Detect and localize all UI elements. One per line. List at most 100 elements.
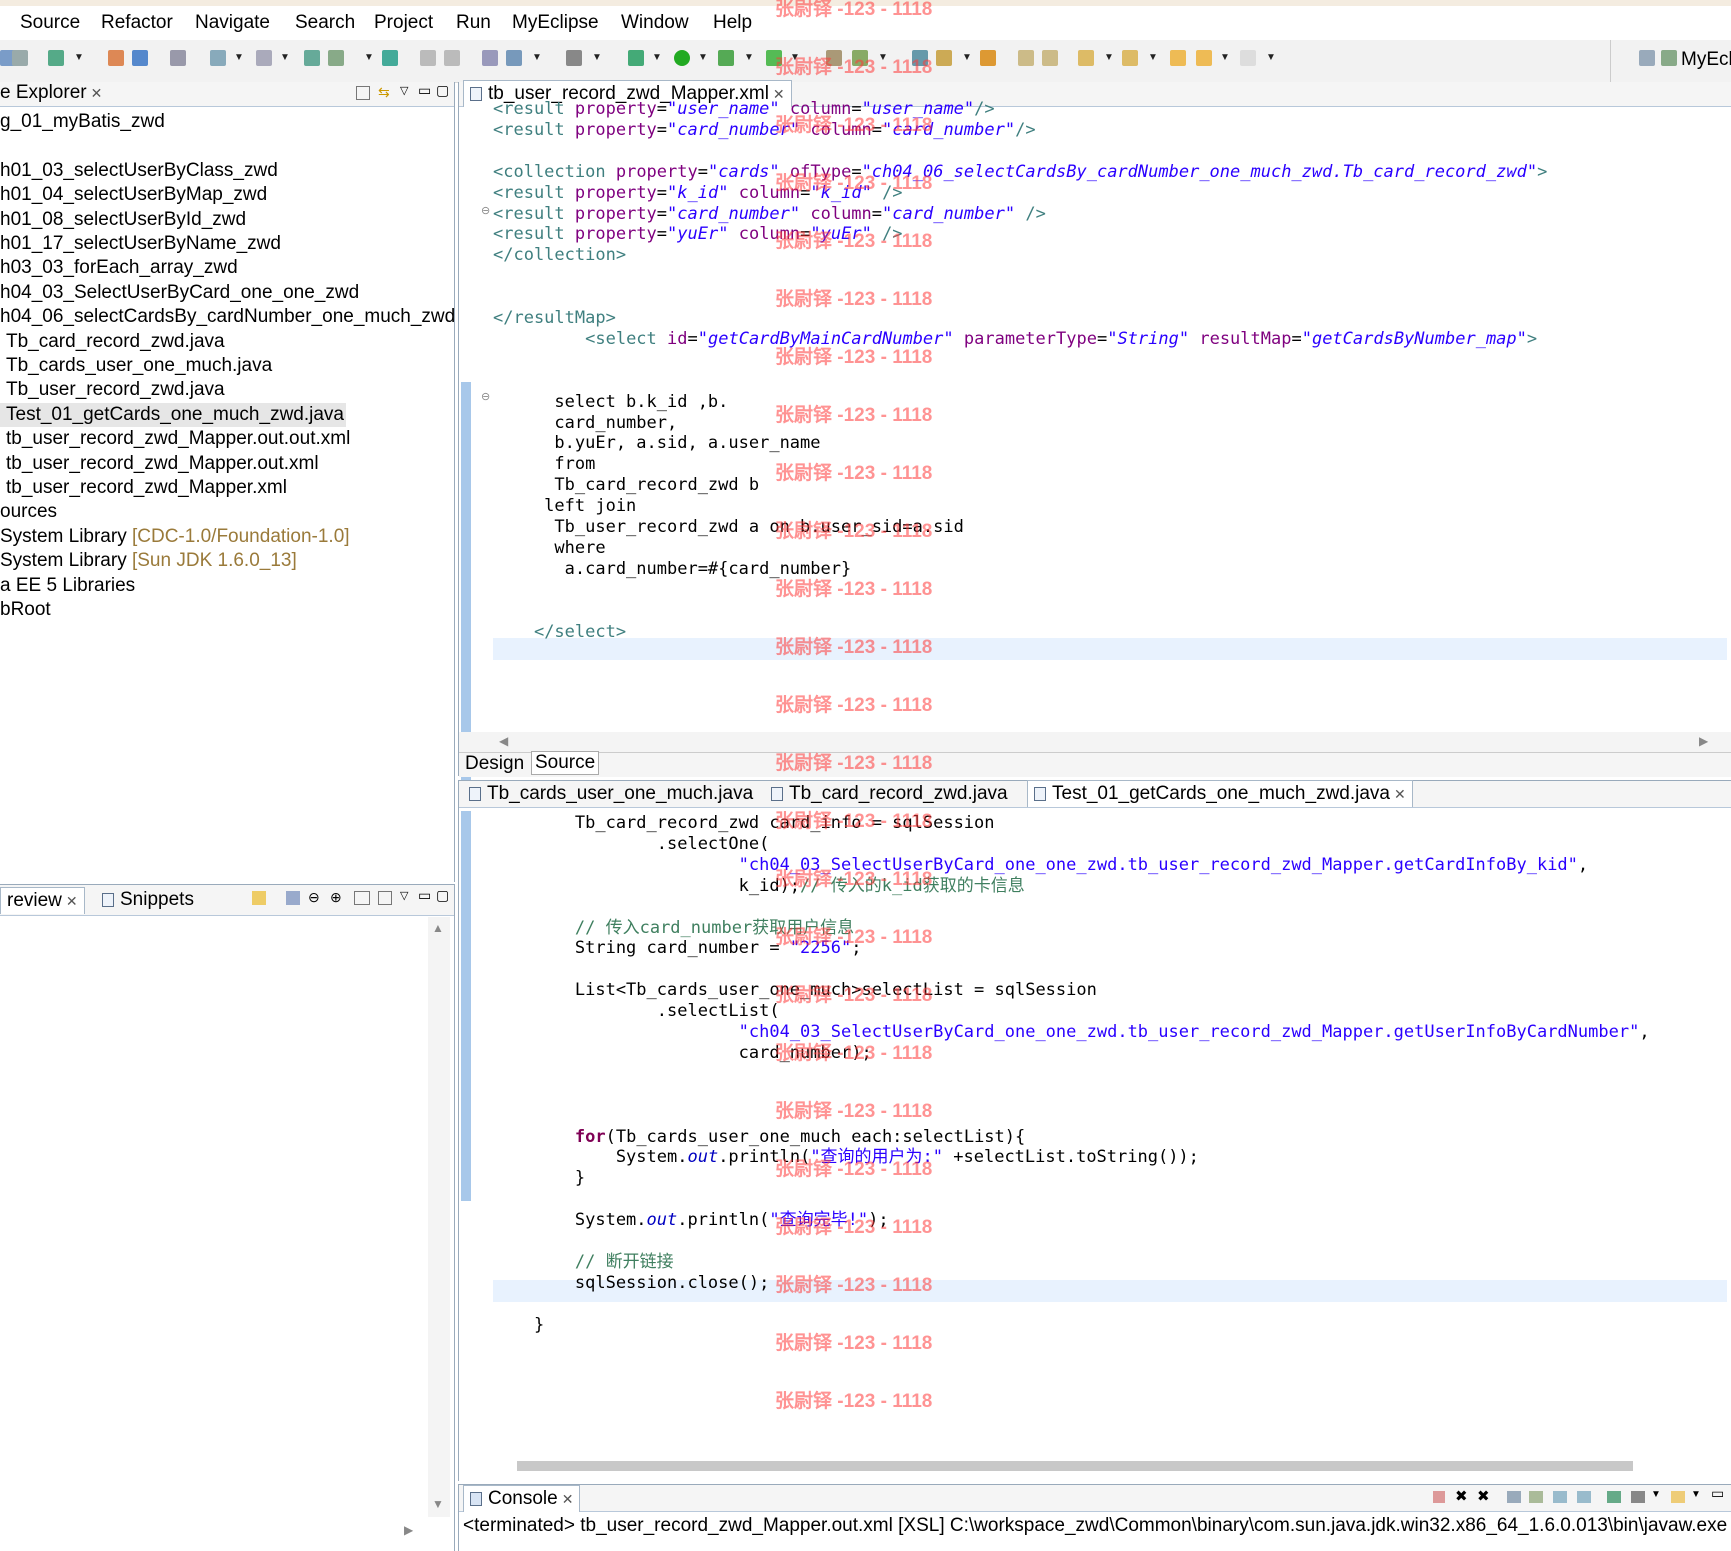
maximize-icon[interactable]: ▢	[436, 82, 449, 99]
tree-item[interactable]: Tb_user_record_zwd.java	[0, 378, 225, 402]
globe-icon[interactable]	[382, 50, 398, 66]
chevron-down-icon[interactable]: ▼	[532, 52, 542, 63]
menu-myeclipse[interactable]: MyEclipse	[512, 12, 599, 34]
tab-cards-user-java[interactable]: Tb_cards_user_one_much.java	[463, 781, 759, 807]
tree-item[interactable]: h03_03_forEach_array_zwd	[0, 256, 238, 280]
back-icon[interactable]	[1170, 50, 1186, 66]
tree-item[interactable]: System Library [CDC-1.0/Foundation-1.0]	[0, 525, 350, 549]
close-icon[interactable]: ✕	[1394, 786, 1406, 802]
chevron-down-icon[interactable]: ▼	[364, 52, 374, 63]
next-annotation-icon[interactable]	[1078, 50, 1094, 66]
fold-icon[interactable]: ⊖	[481, 390, 490, 403]
tree-item[interactable]: System Library [Sun JDK 1.6.0_13]	[0, 549, 297, 573]
menu-search[interactable]: Search	[295, 12, 355, 34]
chevron-down-icon[interactable]: ▼	[962, 52, 972, 63]
scroll-left-icon[interactable]: ◀	[499, 734, 508, 748]
vertical-scrollbar[interactable]: ▲ ▼	[428, 917, 450, 1517]
chevron-down-icon[interactable]: ▼	[592, 52, 602, 63]
forward-history-icon[interactable]	[444, 50, 460, 66]
fit-page-icon[interactable]	[378, 891, 392, 905]
tree-item[interactable]: h01_17_selectUserByName_zwd	[0, 232, 281, 256]
chevron-down-icon[interactable]: ▼	[1266, 52, 1276, 63]
terminal-icon[interactable]	[566, 50, 582, 66]
new-project-icon[interactable]	[48, 50, 64, 66]
scroll-right-icon[interactable]: ▶	[1699, 734, 1708, 748]
sync-icon[interactable]	[252, 891, 266, 905]
menu-navigate[interactable]: Navigate	[195, 12, 270, 34]
tree-item[interactable]: h01_03_selectUserByClass_zwd	[0, 159, 278, 183]
explorer-tab[interactable]: e Explorer ✕	[0, 82, 102, 104]
terminate-icon[interactable]	[1433, 1491, 1445, 1503]
tree-item[interactable]: g_01_myBatis_zwd	[0, 110, 165, 134]
wizard-icon[interactable]	[210, 50, 226, 66]
horizontal-scrollbar[interactable]: ◀ ▶	[459, 732, 1731, 752]
show-stderr-icon[interactable]	[1577, 1491, 1591, 1503]
tree-item[interactable]: h01_04_selectUserByMap_zwd	[0, 183, 267, 207]
tab-preview[interactable]: review ✕	[0, 887, 85, 914]
perspective-label[interactable]: MyEcl	[1681, 49, 1731, 71]
tree-item[interactable]: h04_06_selectCardsBy_cardNumber_one_much…	[0, 305, 455, 329]
menu-window[interactable]: Window	[621, 12, 689, 34]
show-stdout-icon[interactable]	[1553, 1491, 1567, 1503]
xml-code-area[interactable]: <result property="user_name" column="use…	[493, 99, 1723, 729]
tab-snippets[interactable]: Snippets	[96, 887, 200, 913]
tree-item[interactable]: tb_user_record_zwd_Mapper.out.xml	[0, 452, 319, 476]
scroll-down-icon[interactable]: ▼	[432, 1497, 444, 1511]
tab-design[interactable]: Design	[465, 753, 524, 775]
fold-icon[interactable]: ⊖	[481, 204, 490, 217]
open-console-icon[interactable]	[1671, 1491, 1685, 1503]
close-icon[interactable]: ✕	[562, 1491, 574, 1507]
back-history-icon[interactable]	[420, 50, 436, 66]
run-tool-icon[interactable]	[718, 50, 734, 66]
tree-item[interactable]: Tb_card_record_zwd.java	[0, 330, 225, 354]
scroll-right-icon[interactable]: ▶	[404, 1523, 413, 1537]
chevron-down-icon[interactable]: ▼	[1651, 1489, 1661, 1500]
pin-console-icon[interactable]	[1607, 1491, 1621, 1503]
tab-card-record-java[interactable]: Tb_card_record_zwd.java	[765, 781, 1014, 807]
edit-icon[interactable]	[936, 50, 952, 66]
tree-item[interactable]: Test_01_getCards_one_much_zwd.java	[0, 402, 346, 427]
tab-console[interactable]: Console ✕	[463, 1485, 581, 1512]
package-icon[interactable]	[108, 50, 124, 66]
tree-item[interactable]: Tb_cards_user_one_much.java	[0, 354, 272, 378]
chevron-down-icon[interactable]: ▼	[1104, 52, 1114, 63]
minimize-icon[interactable]: ▭	[418, 887, 431, 904]
close-icon[interactable]: ✕	[91, 85, 103, 101]
deploy-icon[interactable]	[132, 50, 148, 66]
tree-item[interactable]: h01_08_selectUserById_zwd	[0, 208, 246, 232]
chevron-down-icon[interactable]: ▼	[74, 52, 84, 63]
remove-all-icon[interactable]: ✖	[1477, 1487, 1490, 1505]
clear-console-icon[interactable]	[1507, 1491, 1521, 1503]
scroll-up-icon[interactable]: ▲	[432, 921, 444, 935]
build-icon[interactable]	[482, 50, 498, 66]
zoom-in-icon[interactable]: ⊕	[330, 889, 342, 906]
task-icon[interactable]	[1018, 50, 1034, 66]
chevron-down-icon[interactable]: ▼	[698, 52, 708, 63]
view-menu-icon[interactable]: ▽	[400, 889, 408, 902]
perspective-switcher[interactable]: MyEcl	[1610, 40, 1731, 82]
tree-item[interactable]: bRoot	[0, 598, 51, 622]
tree-item[interactable]: a EE 5 Libraries	[0, 574, 135, 598]
zoom-100-icon[interactable]	[354, 891, 370, 905]
chevron-down-icon[interactable]: ▼	[234, 52, 244, 63]
minimize-icon[interactable]: ▭	[418, 82, 431, 99]
print-icon[interactable]	[12, 50, 28, 66]
tree-item[interactable]: tb_user_record_zwd_Mapper.xml	[0, 476, 287, 500]
tab-test-getcards-java[interactable]: Test_01_getCards_one_much_zwd.java ✕	[1027, 780, 1413, 807]
horizontal-scrollbar[interactable]	[517, 1461, 1633, 1471]
menu-help[interactable]: Help	[713, 12, 752, 34]
server-icon[interactable]	[170, 50, 186, 66]
tree-item[interactable]: h04_03_SelectUserByCard_one_one_zwd	[0, 281, 359, 305]
maximize-icon[interactable]: ▢	[436, 887, 449, 904]
chevron-down-icon[interactable]: ▼	[744, 52, 754, 63]
link-editor-icon[interactable]: ⇆	[378, 84, 390, 101]
remove-launch-icon[interactable]: ✖	[1455, 1487, 1468, 1505]
menu-project[interactable]: Project	[374, 12, 433, 34]
chevron-down-icon[interactable]: ▼	[1220, 52, 1230, 63]
forward-icon[interactable]	[1240, 50, 1256, 66]
close-icon[interactable]: ✕	[66, 893, 78, 909]
menu-run[interactable]: Run	[456, 12, 491, 34]
scroll-lock-icon[interactable]	[1529, 1491, 1543, 1503]
menu-refactor[interactable]: Refactor	[101, 12, 173, 34]
chevron-down-icon[interactable]: ▼	[1148, 52, 1158, 63]
